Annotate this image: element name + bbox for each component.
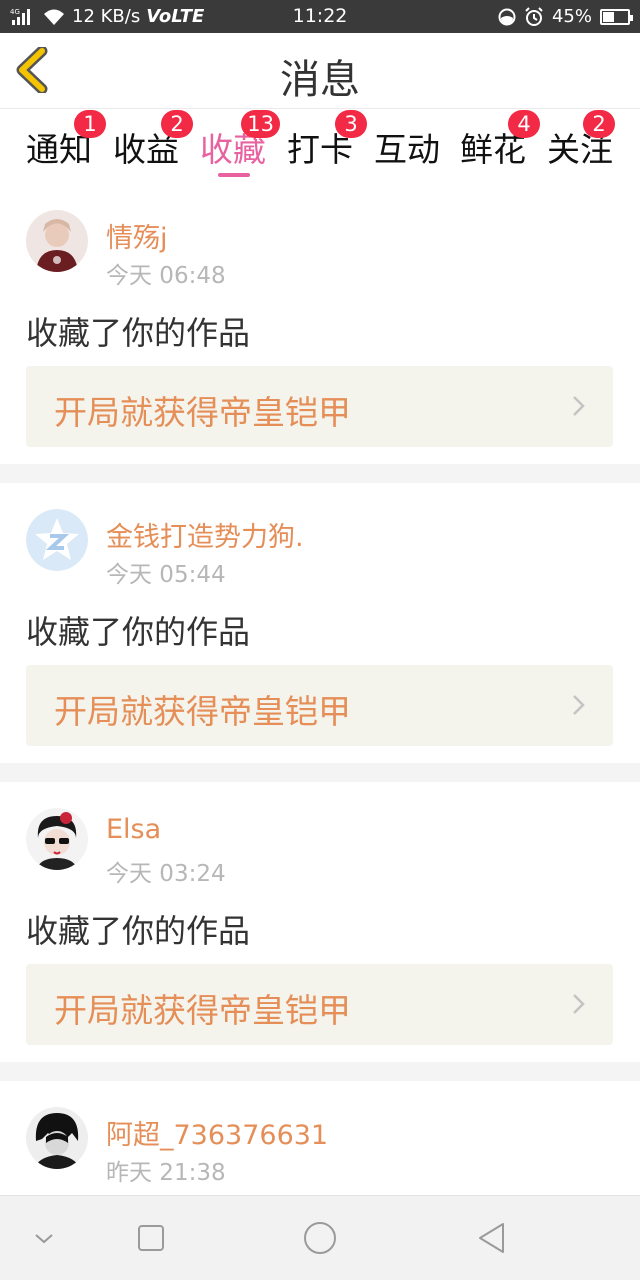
user-name[interactable]: 情殇j [106, 216, 168, 255]
avatar[interactable] [26, 210, 88, 272]
chevron-right-icon [573, 695, 585, 715]
chevron-right-icon [573, 994, 585, 1014]
active-tab-indicator [218, 173, 250, 177]
tab-interactions[interactable]: 互动 [374, 123, 440, 171]
work-link[interactable]: 开局就获得帝皇铠甲 [26, 665, 613, 746]
avatar[interactable] [26, 509, 88, 571]
user-avatar-image [26, 1107, 88, 1169]
status-bar: 4G 12 KB/s VoLTE 11:22 45% [0, 0, 640, 33]
user-avatar-image [26, 210, 88, 272]
recent-apps-button[interactable] [131, 1218, 171, 1258]
battery-fill [603, 11, 614, 22]
tab-checkin[interactable]: 打卡 3 [287, 110, 367, 171]
tab-badge: 2 [583, 110, 615, 138]
avatar[interactable] [26, 808, 88, 870]
chevron-right-icon [573, 396, 585, 416]
action-text: 收藏了你的作品 [26, 314, 251, 352]
default-avatar-icon [26, 509, 88, 571]
tab-badge: 3 [335, 110, 367, 138]
message-time: 今天 06:48 [106, 263, 226, 289]
tab-bar: 通知 1 收益 2 收藏 13 打卡 3 互动 鲜花 4 关注 2 [0, 109, 640, 184]
tab-notifications[interactable]: 通知 1 [26, 110, 106, 171]
message-time: 今天 03:24 [106, 861, 226, 887]
user-name[interactable]: 阿超_736376631 [106, 1113, 328, 1152]
work-link[interactable]: 开局就获得帝皇铠甲 [26, 366, 613, 447]
tab-badge: 13 [241, 110, 280, 138]
tab-favorites[interactable]: 收藏 13 [200, 110, 280, 177]
work-title: 开局就获得帝皇铠甲 [54, 692, 351, 731]
home-button[interactable] [300, 1218, 340, 1258]
tab-follows[interactable]: 关注 2 [547, 110, 615, 171]
status-time: 11:22 [292, 5, 348, 27]
message-card: 情殇j 今天 06:48 收藏了你的作品 开局就获得帝皇铠甲 [0, 184, 640, 464]
work-title: 开局就获得帝皇铠甲 [54, 393, 351, 432]
work-link[interactable]: 开局就获得帝皇铠甲 [26, 964, 613, 1045]
message-time: 昨天 21:38 [106, 1160, 226, 1186]
message-card: 阿超_736376631 昨天 21:38 [0, 1081, 640, 1195]
avatar[interactable] [26, 1107, 88, 1169]
user-avatar-image [26, 808, 88, 870]
action-text: 收藏了你的作品 [26, 613, 251, 651]
back-nav-button[interactable] [472, 1218, 512, 1258]
tab-earnings[interactable]: 收益 2 [113, 110, 193, 171]
tab-flowers[interactable]: 鲜花 4 [460, 110, 540, 171]
system-nav-bar [0, 1195, 640, 1280]
tab-label: 互动 [374, 130, 440, 169]
chevron-down-icon[interactable] [24, 1218, 64, 1258]
header: 消息 [0, 33, 640, 109]
user-name[interactable]: Elsa [106, 814, 161, 845]
tab-badge: 1 [74, 110, 106, 138]
tab-badge: 4 [508, 110, 540, 138]
battery-icon [600, 8, 633, 25]
user-name[interactable]: 金钱打造势力狗. [106, 515, 304, 554]
message-time: 今天 05:44 [106, 562, 226, 588]
message-card: Elsa 今天 03:24 收藏了你的作品 开局就获得帝皇铠甲 [0, 782, 640, 1062]
tab-badge: 2 [161, 110, 193, 138]
page-title: 消息 [280, 57, 360, 103]
work-title: 开局就获得帝皇铠甲 [54, 991, 351, 1030]
message-card: 金钱打造势力狗. 今天 05:44 收藏了你的作品 开局就获得帝皇铠甲 [0, 483, 640, 763]
action-text: 收藏了你的作品 [26, 912, 251, 950]
